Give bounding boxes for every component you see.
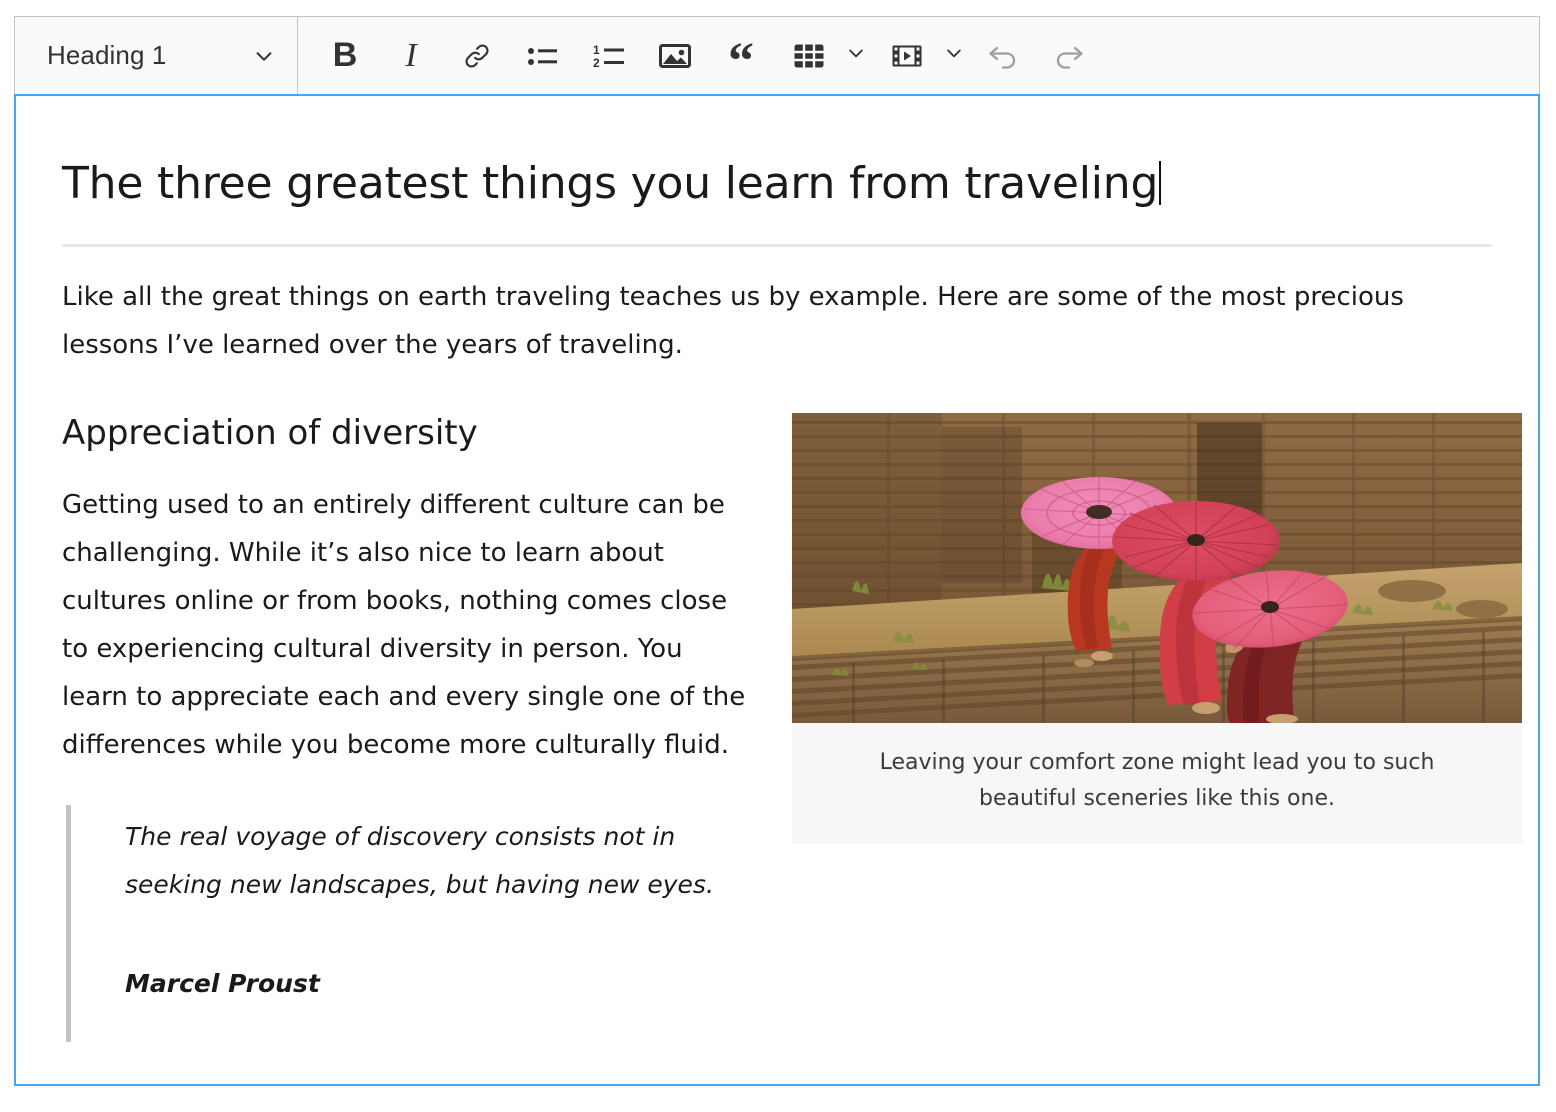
figure-photo[interactable] [792,413,1522,723]
svg-text:2: 2 [593,56,600,70]
bold-button[interactable]: B [319,30,371,82]
chevron-down-icon [846,43,866,68]
insert-media-button[interactable] [881,30,933,82]
insert-image-button[interactable] [649,30,701,82]
intro-paragraph[interactable]: Like all the great things on earth trave… [62,273,1492,369]
text-cursor [1159,161,1161,205]
page-title[interactable]: The three greatest things you learn from… [62,96,1492,211]
document-body[interactable]: The three greatest things you learn from… [16,96,1538,1084]
monks-with-parasols-photo [792,413,1522,723]
editable-content-area[interactable]: The three greatest things you learn from… [14,94,1540,1086]
content-columns: Appreciation of diversity Getting used t… [62,413,1492,1042]
bold-icon: B [333,36,358,75]
rich-text-editor: Heading 1 B I [0,0,1556,1112]
insert-media-split-button [874,30,968,82]
title-divider [62,244,1492,247]
quote-text: The real voyage of discovery consists no… [125,813,752,908]
table-icon [793,42,825,70]
insert-table-dropdown-arrow[interactable] [842,30,870,82]
left-column: Appreciation of diversity Getting used t… [62,413,752,1042]
right-column: Leaving your comfort zone might lead you… [752,413,1522,844]
section-paragraph[interactable]: Getting used to an entirely different cu… [62,481,752,770]
toolbar-buttons: B I [298,17,1102,94]
bulleted-list-button[interactable] [517,30,569,82]
quote-icon: “ [728,48,754,77]
media-icon [891,42,923,70]
image-figure[interactable]: Leaving your comfort zone might lead you… [792,413,1522,844]
redo-button[interactable] [1043,30,1095,82]
insert-table-split-button [776,30,870,82]
heading-style-value: Heading 1 [47,40,166,71]
undo-button[interactable] [977,30,1029,82]
quote-attribution: Marcel Proust [125,960,752,1008]
figure-caption[interactable]: Leaving your comfort zone might lead you… [792,723,1522,844]
link-icon [462,41,492,71]
block-quote-button[interactable]: “ [715,30,767,82]
numbered-list-button[interactable]: 1 2 [583,30,635,82]
undo-icon [986,41,1020,71]
chevron-down-icon [944,43,964,68]
redo-icon [1052,41,1086,71]
italic-button[interactable]: I [385,30,437,82]
heading-style-dropdown[interactable]: Heading 1 [15,17,298,94]
link-button[interactable] [451,30,503,82]
insert-table-button[interactable] [783,30,835,82]
section-heading[interactable]: Appreciation of diversity [62,413,752,454]
svg-text:1: 1 [593,43,600,57]
chevron-down-icon [253,45,275,67]
editor-toolbar: Heading 1 B I [14,16,1540,94]
block-quote[interactable]: The real voyage of discovery consists no… [66,805,752,1042]
italic-icon: I [405,37,416,75]
bulleted-list-icon [527,42,559,70]
image-icon [659,42,691,70]
insert-media-dropdown-arrow[interactable] [940,30,968,82]
page-title-text: The three greatest things you learn from… [62,158,1158,209]
numbered-list-icon: 1 2 [592,42,626,70]
